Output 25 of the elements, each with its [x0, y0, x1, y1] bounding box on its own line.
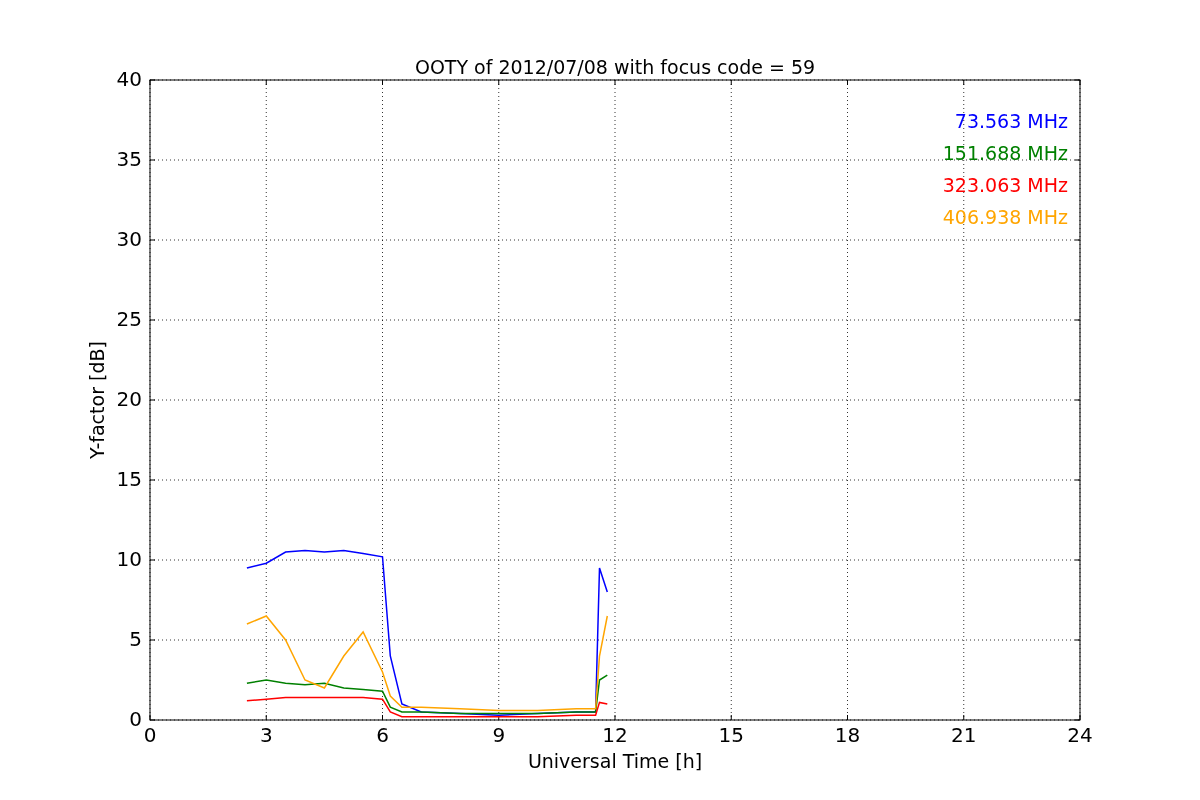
- tick-label: 10: [116, 547, 142, 571]
- tick-label: 12: [602, 723, 628, 747]
- tick-label: 15: [116, 467, 142, 491]
- tick-label: 18: [834, 723, 861, 747]
- tick-label: 20: [116, 387, 142, 411]
- tick-label: 6: [376, 723, 389, 747]
- tick-label: 5: [129, 627, 142, 651]
- tick-label: 3: [259, 723, 273, 747]
- tick-label: 40: [116, 67, 142, 91]
- legend-label: 323.063 MHz: [942, 174, 1068, 196]
- tick-label: 0: [129, 707, 142, 731]
- legend-label: 406.938 MHz: [942, 206, 1068, 228]
- tick-label: 9: [492, 723, 506, 747]
- tick-label: 35: [116, 147, 142, 171]
- chart-title: OOTY of 2012/07/08 with focus code = 59: [414, 56, 816, 78]
- tick-label: 30: [116, 227, 142, 251]
- tick-label: 21: [951, 723, 977, 747]
- x-axis-label: Universal Time [h]: [527, 750, 703, 772]
- y-axis-label: Y-factor [dB]: [86, 341, 108, 459]
- legend-label: 151.688 MHz: [942, 142, 1068, 164]
- tick-label: 24: [1067, 723, 1093, 747]
- legend-label: 73.563 MHz: [954, 110, 1068, 132]
- tick-label: 25: [116, 307, 142, 331]
- tick-label: 0: [143, 723, 157, 747]
- tick-label: 15: [718, 723, 744, 747]
